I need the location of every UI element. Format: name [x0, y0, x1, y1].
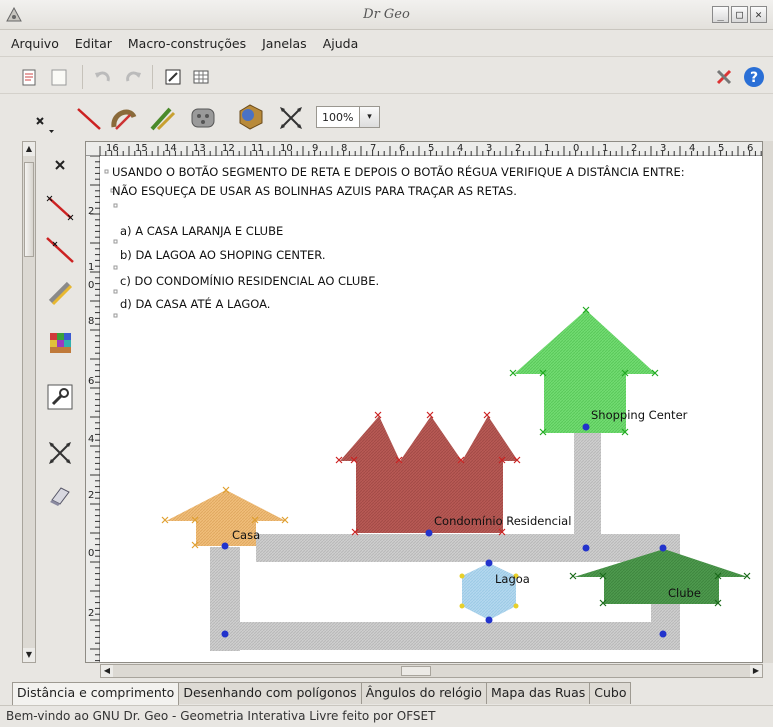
status-bar: Bem-vindo ao GNU Dr. Geo - Geometria Int…	[0, 705, 773, 727]
curve-tool-icon[interactable]	[108, 103, 140, 133]
point-icon[interactable]	[44, 149, 76, 181]
color-palette-icon[interactable]	[44, 327, 76, 359]
edit-script-icon[interactable]	[162, 66, 184, 88]
close-button[interactable]: ✕	[750, 6, 767, 23]
main-toolbar: ?	[0, 56, 773, 94]
question-d: d) DA CASA ATÉ A LAGOA.	[120, 297, 271, 311]
menu-bar: Arquivo Editar Macro-construções Janelas…	[0, 31, 773, 55]
scrollbar-thumb[interactable]	[24, 162, 34, 257]
window-title: Dr Geo	[363, 7, 410, 22]
grid-icon[interactable]	[190, 66, 212, 88]
canvas-horizontal-scrollbar[interactable]: ◀ ▶	[100, 664, 763, 678]
clube-label: Clube	[668, 586, 701, 600]
tab-angulos[interactable]: Ângulos do relógio	[360, 682, 487, 704]
menu-editar[interactable]: Editar	[72, 34, 115, 53]
zoom-select[interactable]: 100% ▾	[316, 106, 380, 128]
point-tool-icon[interactable]	[28, 107, 58, 135]
hscroll-thumb[interactable]	[401, 666, 431, 676]
construction-toolbar: 100% ▾	[0, 95, 773, 139]
menu-macro-construcoes[interactable]: Macro-construções	[125, 34, 249, 53]
tab-mapa-ruas[interactable]: Mapa das Ruas	[485, 682, 591, 704]
title-bar: Dr Geo _ □ ✕	[0, 0, 773, 30]
side-tools-scrollbar[interactable]: ▲ ▼	[22, 141, 36, 663]
shopping-center-label: Shopping Center	[591, 408, 688, 422]
scroll-right-icon[interactable]: ▶	[750, 665, 762, 677]
redo-icon[interactable]	[122, 66, 144, 88]
svg-text:?: ?	[750, 70, 758, 86]
chevron-down-icon[interactable]: ▾	[359, 107, 379, 127]
question-c: c) DO CONDOMÍNIO RESIDENCIAL AO CLUBE.	[120, 274, 380, 288]
figure-drawing	[104, 169, 751, 651]
side-tool-panel	[38, 141, 82, 663]
segment-icon[interactable]	[44, 191, 76, 223]
new-text-icon[interactable]	[48, 66, 70, 88]
condominio-label: Condomínio Residencial	[434, 514, 572, 528]
numeric-tool-icon[interactable]	[188, 103, 220, 133]
scroll-up-icon[interactable]: ▲	[23, 142, 35, 156]
ruler-icon[interactable]	[44, 275, 76, 307]
zoom-value: 100%	[322, 110, 354, 124]
new-figure-icon[interactable]	[18, 66, 40, 88]
tab-cubo[interactable]: Cubo	[589, 682, 632, 704]
menu-janelas[interactable]: Janelas	[259, 34, 310, 53]
preferences-icon[interactable]	[713, 66, 735, 88]
canvas-vertical-scrollbar[interactable]	[763, 141, 773, 663]
question-b: b) DA LAGOA AO SHOPING CENTER.	[120, 248, 326, 262]
menu-arquivo[interactable]: Arquivo	[8, 34, 62, 53]
line-icon[interactable]	[44, 233, 76, 265]
menu-ajuda[interactable]: Ajuda	[320, 34, 362, 53]
scroll-down-icon[interactable]: ▼	[23, 648, 35, 662]
lagoa-label: Lagoa	[495, 572, 530, 586]
instruction-line-1: USANDO O BOTÃO SEGMENTO DE RETA E DEPOIS…	[112, 165, 685, 179]
casa-label: Casa	[232, 528, 261, 542]
undo-icon[interactable]	[92, 66, 114, 88]
properties-wrench-icon[interactable]	[44, 381, 76, 413]
help-icon[interactable]: ?	[742, 65, 766, 89]
move-icon[interactable]	[44, 437, 76, 469]
maximize-button[interactable]: □	[731, 6, 748, 23]
tab-distancia[interactable]: Distância e comprimento	[12, 682, 180, 705]
line-tool-icon[interactable]	[74, 103, 104, 133]
eraser-icon[interactable]	[44, 479, 76, 511]
minimize-button[interactable]: _	[712, 6, 729, 23]
question-a: a) A CASA LARANJA E CLUBE	[120, 224, 284, 238]
figure-tabs: Distância e comprimento Desenhando com p…	[12, 682, 632, 705]
instruction-line-2: NÃO ESQUEÇA DE USAR AS BOLINHAS AZUIS PA…	[112, 184, 517, 198]
drawing-canvas[interactable]: 16 15 14 13 12 11 10 9 8 7 6 5 4 3 2 1 0…	[85, 141, 763, 663]
scroll-left-icon[interactable]: ◀	[101, 665, 113, 677]
transformation-tool-icon[interactable]	[146, 103, 178, 133]
tab-poligonos[interactable]: Desenhando com polígonos	[178, 682, 362, 704]
macro-tool-icon[interactable]	[234, 101, 266, 133]
other-tools-icon[interactable]	[276, 103, 308, 133]
